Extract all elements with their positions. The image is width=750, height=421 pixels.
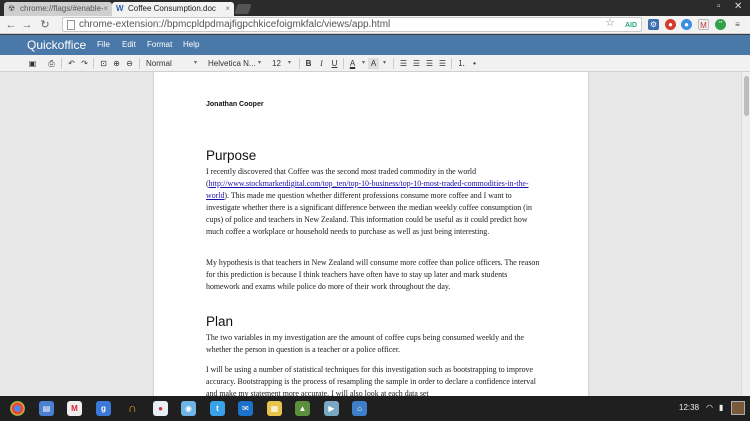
align-center-icon[interactable]: ☰	[411, 58, 422, 69]
gmail-icon[interactable]: M	[67, 401, 82, 416]
close-icon[interactable]: ×	[225, 2, 230, 16]
undo-icon[interactable]: ↶	[66, 58, 77, 69]
extension-blue-icon[interactable]: ●	[681, 19, 692, 30]
italic-button[interactable]: I	[316, 58, 327, 69]
fit-page-icon[interactable]: ⊡	[98, 58, 109, 69]
author-name: Jonathan Cooper	[206, 101, 264, 108]
font-size-select[interactable]: 12 ▾	[269, 58, 293, 69]
vertical-scrollbar[interactable]	[741, 72, 750, 396]
save-icon[interactable]: ▣	[27, 58, 38, 69]
word-doc-icon: W	[116, 4, 124, 13]
paragraph-3: The two variables in my investigation ar…	[206, 333, 525, 354]
bookmark-star-icon[interactable]: ☆	[605, 18, 615, 30]
app-header: Quickoffice File Edit Format Help	[0, 35, 750, 55]
app-logo: Quickoffice	[27, 38, 87, 52]
wifi-icon[interactable]: ◠	[706, 403, 713, 412]
paragraph-4: I will be using a number of statistical …	[206, 365, 536, 396]
align-right-icon[interactable]: ☰	[424, 58, 435, 69]
paragraph-1-text-continued: ). This made me question whether differe…	[206, 191, 532, 236]
zoom-out-icon[interactable]: ⊖	[124, 58, 135, 69]
files-icon[interactable]: ▤	[39, 401, 54, 416]
formatting-toolbar: ▣ ⎙ ↶ ↷ ⊡ ⊕ ⊖ Normal ▾ Helvetica N... ▾ …	[0, 55, 750, 72]
bulleted-list-icon[interactable]: •	[469, 58, 480, 69]
scrollbar-thumb[interactable]	[744, 76, 749, 116]
chevron-down-icon: ▾	[257, 60, 261, 66]
avatar[interactable]	[731, 401, 745, 415]
paragraph-style-select[interactable]: Normal ▾	[143, 58, 199, 69]
clock[interactable]: 12:38	[679, 403, 699, 412]
heading-plan: Plan	[206, 314, 234, 329]
browser-tab-strip: ☢ chrome://flags/#enable- × W Coffee Con…	[0, 0, 750, 16]
align-left-icon[interactable]: ☰	[398, 58, 409, 69]
numbered-list-icon[interactable]: ⒈	[456, 58, 467, 69]
tab-title: chrome://flags/#enable-	[20, 4, 104, 13]
tab-title: Coffee Consumption.doc	[128, 4, 216, 13]
paragraph-style-value: Normal	[146, 59, 172, 68]
reload-icon[interactable]: ↻	[38, 18, 52, 32]
tab-flags[interactable]: ☢ chrome://flags/#enable- ×	[4, 2, 112, 16]
print-icon[interactable]: ⎙	[46, 58, 57, 69]
align-justify-icon[interactable]: ☰	[437, 58, 448, 69]
font-family-value: Helvetica N...	[208, 59, 256, 68]
forward-icon[interactable]: →	[20, 18, 34, 32]
extension-red-icon[interactable]: ●	[665, 19, 676, 30]
omnibox-badge[interactable]: AID	[625, 19, 637, 31]
twitter-icon[interactable]: t	[210, 401, 225, 416]
heading-purpose: Purpose	[206, 148, 257, 163]
mail-icon[interactable]: ✉	[238, 401, 253, 416]
google-plus-icon[interactable]: g	[96, 401, 111, 416]
drive-icon[interactable]: ▲	[295, 401, 310, 416]
redo-icon[interactable]: ↷	[79, 58, 90, 69]
bold-button[interactable]: B	[303, 58, 314, 69]
zoom-in-icon[interactable]: ⊕	[111, 58, 122, 69]
headphones-icon[interactable]: ∩	[125, 401, 140, 416]
page-icon	[67, 20, 75, 30]
new-tab-button[interactable]	[234, 4, 252, 14]
font-size-value: 12	[272, 59, 281, 68]
tab-coffee-consumption[interactable]: W Coffee Consumption.doc ×	[112, 2, 234, 16]
back-icon[interactable]: ←	[4, 18, 18, 32]
hangouts-icon[interactable]: "	[715, 19, 726, 30]
chevron-down-icon: ▾	[287, 60, 291, 66]
battery-icon[interactable]: ▮	[719, 403, 723, 412]
menu-help[interactable]: Help	[183, 40, 199, 49]
menu-icon[interactable]: ≡	[732, 19, 743, 30]
menu-edit[interactable]: Edit	[122, 40, 136, 49]
menu-file[interactable]: File	[97, 40, 110, 49]
photos-icon[interactable]: ▦	[267, 401, 282, 416]
minimize-icon[interactable]: ▫	[717, 1, 721, 12]
underline-button[interactable]: U	[329, 58, 340, 69]
chevron-down-icon: ▾	[193, 60, 197, 66]
font-color-button[interactable]: A	[347, 58, 358, 69]
chrome-icon[interactable]	[10, 401, 25, 416]
close-window-icon[interactable]: ✕	[734, 1, 742, 12]
extension-icon[interactable]: ⚙	[648, 19, 659, 30]
menu-format[interactable]: Format	[147, 40, 172, 49]
navigation-bar: ← → ↻ chrome-extension://bpmcpldpdmajfig…	[0, 16, 750, 34]
chevron-down-icon[interactable]: ▾	[379, 58, 390, 69]
paragraph-1: I recently discovered that Coffee was th…	[206, 166, 540, 238]
radiation-icon: ☢	[8, 4, 16, 13]
font-family-select[interactable]: Helvetica N... ▾	[205, 58, 263, 69]
gmail-checker-icon[interactable]: M	[698, 19, 709, 30]
os-shelf: ▤ M g ∩ ● ◉ t ✉ ▦ ▲ ▶ ⌂ 12:38 ◠ ▮	[0, 396, 750, 421]
maps-icon[interactable]: ⌂	[352, 401, 367, 416]
document-canvas: Jonathan Cooper Purpose I recently disco…	[0, 72, 750, 396]
paragraph-2: My hypothesis is that teachers in New Ze…	[206, 258, 540, 291]
url-text: chrome-extension://bpmcpldpdmajfigpchkic…	[79, 19, 391, 30]
chat-icon[interactable]: ◉	[181, 401, 196, 416]
document-page[interactable]: Jonathan Cooper Purpose I recently disco…	[154, 72, 588, 396]
highlight-button[interactable]: A	[368, 58, 379, 69]
talk-icon[interactable]: ●	[153, 401, 168, 416]
play-store-icon[interactable]: ▶	[324, 401, 339, 416]
close-icon[interactable]: ×	[103, 2, 108, 16]
address-bar[interactable]: chrome-extension://bpmcpldpdmajfigpchkic…	[62, 17, 642, 32]
